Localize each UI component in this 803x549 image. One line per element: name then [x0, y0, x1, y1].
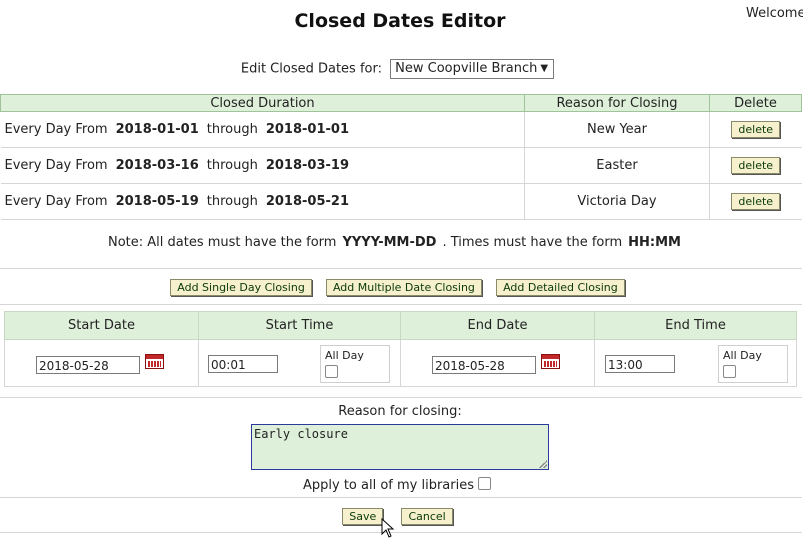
reason-cell: New Year — [524, 111, 710, 148]
header-end-time: End Time — [594, 311, 797, 340]
delete-cell: delete — [709, 147, 802, 184]
welcome-text: Welcome — [746, 6, 803, 21]
start-date: 2018-01-01 — [115, 122, 199, 137]
mouse-cursor-icon — [381, 518, 395, 538]
add-closing-buttons: Add Single Day Closing Add Multiple Date… — [0, 279, 795, 296]
delete-cell: delete — [709, 183, 802, 220]
end-all-day-checkbox[interactable] — [723, 365, 736, 378]
calendar-icon[interactable] — [145, 354, 164, 369]
closed-duration-cell: Every Day From 2018-05-19 through 2018-05-2… — [0, 183, 525, 220]
date-format: YYYY-MM-DD — [342, 235, 437, 250]
reason-label: Reason for closing: — [338, 404, 462, 419]
table-row: Every Day From 2018-03-16 through 2018-03-1… — [0, 147, 802, 184]
header-closed-duration: Closed Duration — [0, 94, 525, 112]
start-time-input[interactable]: 00:01 — [208, 355, 278, 373]
start-all-day-checkbox[interactable] — [325, 365, 338, 378]
branch-select-value: New Coopville Branch — [395, 61, 538, 76]
apply-all-checkbox[interactable] — [478, 477, 492, 490]
delete-button[interactable]: delete — [731, 121, 781, 138]
add-detailed-closing-button[interactable]: Add Detailed Closing — [496, 279, 625, 296]
end-date: 2018-01-01 — [265, 122, 349, 137]
resize-handle-icon[interactable] — [539, 460, 547, 468]
closed-duration-cell: Every Day From 2018-01-01 through 2018-01-0… — [0, 111, 525, 148]
start-date-input[interactable]: 2018-05-28 — [36, 356, 140, 374]
all-day-label: All Day — [325, 349, 364, 362]
calendar-icon[interactable] — [541, 354, 560, 369]
time-format: HH:MM — [628, 235, 681, 250]
start-date-cell: 2018-05-28 — [4, 339, 199, 387]
divider — [0, 268, 802, 269]
apply-all-row: Apply to all of my libraries — [303, 477, 492, 493]
divider — [0, 497, 802, 498]
reason-cell: Easter — [524, 147, 710, 184]
form-actions: Save Cancel — [0, 508, 795, 525]
header-end-date: End Date — [400, 311, 595, 340]
format-note: Note: All dates must have the form YYYY-M… — [107, 235, 681, 250]
header-delete: Delete — [709, 94, 802, 112]
divider — [0, 304, 802, 305]
branch-select[interactable]: New Coopville Branch ▼ — [390, 59, 555, 79]
closing-editor-table: Start Date Start Time End Date End Time … — [4, 311, 797, 387]
start-all-day-box: All Day — [320, 345, 390, 383]
branch-selector-row: Edit Closed Dates for: New Coopville Bra… — [0, 59, 795, 79]
divider — [0, 397, 802, 398]
end-time-cell: 13:00 All Day — [594, 339, 797, 387]
end-date-cell: 2018-05-28 — [400, 339, 595, 387]
reason-textarea[interactable]: Early closure — [251, 424, 549, 470]
end-all-day-box: All Day — [718, 345, 788, 383]
apply-all-label: Apply to all of my libraries — [303, 478, 475, 493]
end-date-input[interactable]: 2018-05-28 — [432, 356, 536, 374]
closed-duration-cell: Every Day From 2018-03-16 through 2018-03-1… — [0, 147, 525, 184]
end-date: 2018-03-19 — [265, 158, 349, 173]
header-start-date: Start Date — [4, 311, 199, 340]
end-time-input[interactable]: 13:00 — [605, 355, 675, 373]
start-date: 2018-05-19 — [115, 194, 199, 209]
header-reason: Reason for Closing — [524, 94, 710, 112]
add-multiple-date-closing-button[interactable]: Add Multiple Date Closing — [325, 279, 482, 296]
branch-label: Edit Closed Dates for: — [240, 61, 382, 77]
end-date: 2018-05-21 — [265, 194, 349, 209]
reason-text: Early closure — [254, 427, 348, 441]
delete-button[interactable]: delete — [731, 193, 781, 210]
header-start-time: Start Time — [198, 311, 401, 340]
all-day-label: All Day — [723, 349, 762, 362]
table-row: Every Day From 2018-01-01 through 2018-01-0… — [0, 111, 802, 148]
reason-cell: Victoria Day — [524, 183, 710, 220]
dropdown-arrow-icon: ▼ — [540, 63, 549, 74]
delete-button[interactable]: delete — [731, 157, 781, 174]
divider — [0, 532, 802, 533]
table-row: Every Day From 2018-05-19 through 2018-05-2… — [0, 183, 802, 220]
page-title: Closed Dates Editor — [294, 10, 506, 32]
closed-dates-table: Closed Duration Reason for Closing Delet… — [0, 94, 802, 220]
save-button[interactable]: Save — [342, 508, 384, 525]
add-single-day-closing-button[interactable]: Add Single Day Closing — [170, 279, 312, 296]
cancel-button[interactable]: Cancel — [401, 508, 453, 525]
start-date: 2018-03-16 — [115, 158, 199, 173]
delete-cell: delete — [709, 111, 802, 148]
start-time-cell: 00:01 All Day — [198, 339, 401, 387]
